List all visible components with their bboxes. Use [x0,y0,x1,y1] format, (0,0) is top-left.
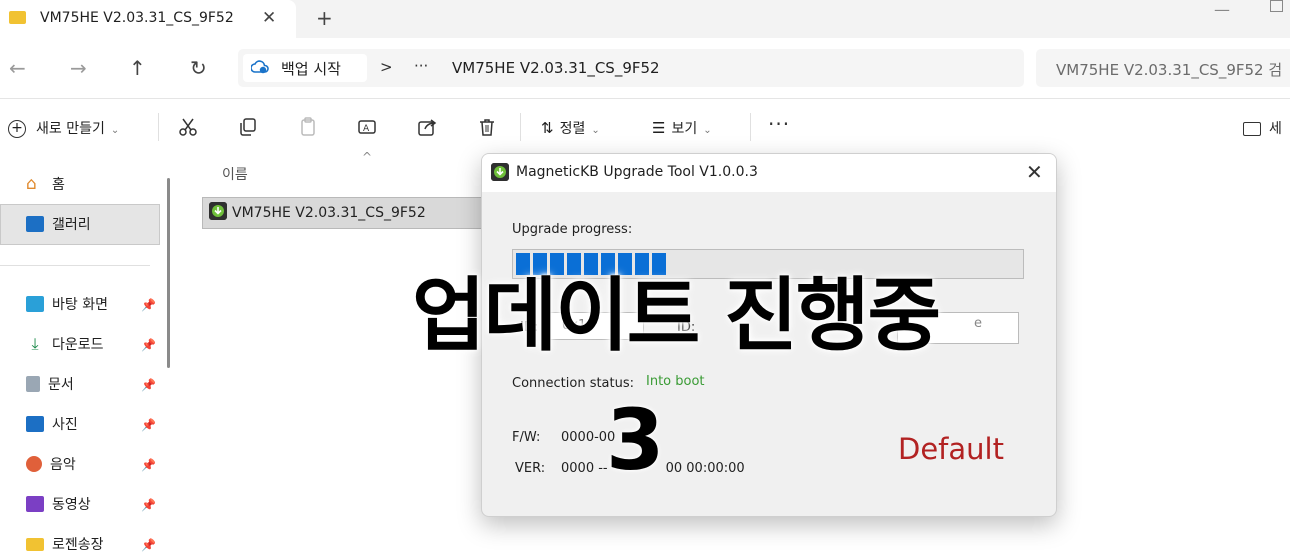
sidebar-item-folder[interactable]: 로젠송장 [26,534,104,554]
column-header-name[interactable]: 이름 [222,164,248,184]
document-icon [26,376,40,392]
close-icon[interactable]: ✕ [1026,160,1043,184]
tab-title[interactable]: VM75HE V2.03.31_CS_9F52 [40,10,234,26]
sidebar-item-label: 음악 [50,457,76,473]
sidebar-item-pictures[interactable]: 사진 [26,414,78,434]
home-icon: ⌂ [26,174,37,194]
rename-icon[interactable]: A [357,117,377,137]
sidebar-item-label: 다운로드 [52,337,104,353]
desktop-icon [26,296,44,312]
overlay-caption: 업데이트 진행중 [412,269,941,362]
version-label: VER: [515,461,546,476]
sidebar-item-videos[interactable]: 동영상 [26,494,91,514]
pin-icon[interactable]: 📌 [141,458,156,472]
delete-icon[interactable] [477,117,497,137]
dialog-title: MagneticKB Upgrade Tool V1.0.0.3 [516,164,758,180]
chevron-down-icon: ⌄ [591,125,600,136]
pin-icon[interactable]: 📌 [141,538,156,552]
pin-icon[interactable]: 📌 [141,378,156,392]
connection-status-value: Into boot [646,374,705,389]
sidebar-item-label: 동영상 [52,497,91,513]
sort-button[interactable]: ⇅ 정렬 ⌄ [541,118,600,138]
view-button[interactable]: ☰ 보기 ⌄ [652,118,712,138]
details-pane-button[interactable]: 세 [1243,118,1282,138]
details-pane-icon [1243,122,1261,136]
refresh-icon[interactable]: ↻ [190,56,207,80]
gallery-icon [26,216,44,232]
view-icon: ☰ [652,119,666,137]
sort-icon: ⇅ [541,119,554,137]
sidebar-item-downloads[interactable]: ⤓ 다운로드 [26,334,104,354]
sidebar-item-label: 홈 [52,177,65,193]
paste-icon[interactable] [298,117,318,137]
folder-icon [9,11,26,24]
pin-icon[interactable]: 📌 [141,418,156,432]
new-item-button[interactable]: + 새로 만들기 ⌄ [8,118,119,138]
sidebar-item-label: 바탕 화면 [52,297,108,313]
toolbar-divider [158,113,159,141]
default-layout-label: Default [898,432,1004,466]
app-download-icon [491,163,509,181]
search-placeholder: VM75HE V2.03.31_CS_9F52 검 [1056,61,1283,79]
download-icon: ⤓ [31,334,39,353]
file-name[interactable]: VM75HE V2.03.31_CS_9F52 [232,205,426,221]
svg-text:A: A [363,124,370,134]
sidebar-item-label: 사진 [52,417,78,433]
up-arrow-icon[interactable]: ↑ [129,56,146,80]
toolbar-divider [520,113,521,141]
firmware-label: F/W: [512,430,541,445]
cloud-sync-icon [251,60,269,74]
sort-label: 정렬 [559,121,586,137]
sidebar-item-desktop[interactable]: 바탕 화면 [26,294,108,314]
version-time: 00 00:00:00 [665,461,745,476]
details-label: 세 [1269,121,1282,137]
sidebar-item-documents[interactable]: 문서 [26,374,74,394]
pin-icon[interactable]: 📌 [141,338,156,352]
copy-icon[interactable] [238,117,258,137]
sidebar-item-label: 문서 [48,377,74,393]
pin-icon[interactable]: 📌 [141,298,156,312]
cut-icon[interactable] [178,117,198,137]
chevron-down-icon: ⌄ [110,125,120,136]
maximize-icon[interactable] [1270,0,1283,12]
sidebar-item-label: 로젠송장 [52,537,104,553]
sort-ascending-icon: ^ [362,150,373,164]
more-options-button[interactable]: ··· [768,112,790,136]
version-date: 0000 -- [561,461,608,476]
tab-close-icon[interactable]: ✕ [262,8,276,28]
app-download-icon [209,202,227,220]
folder-icon [26,537,44,551]
breadcrumb-current-folder[interactable]: VM75HE V2.03.31_CS_9F52 [452,59,660,77]
view-label: 보기 [671,121,698,137]
mode-button-label: e [974,316,982,331]
video-icon [26,496,44,512]
music-icon [26,456,42,472]
sidebar-item-home[interactable]: ⌂ 홈 [26,174,65,194]
back-arrow-icon[interactable]: ← [9,56,26,80]
progress-label: Upgrade progress: [512,222,633,237]
backup-label[interactable]: 백업 시작 [281,58,341,79]
share-icon[interactable] [417,117,437,137]
sidebar-item-gallery[interactable]: 갤러리 [26,214,91,234]
minimize-icon[interactable]: — [1214,0,1230,19]
connection-status-label: Connection status: [512,376,635,391]
sidebar-item-label: 갤러리 [52,217,91,233]
plus-icon: + [8,120,26,138]
sidebar-item-music[interactable]: 음악 [26,454,76,474]
new-tab-button[interactable]: + [316,6,333,30]
sidebar-divider [0,265,150,266]
chevron-right-icon[interactable]: > [380,58,393,76]
countdown-number: 3 [606,391,665,489]
new-item-label: 새로 만들기 [36,121,105,137]
toolbar-divider [750,113,751,141]
breadcrumb-overflow-button[interactable]: ··· [414,57,428,75]
forward-arrow-icon[interactable]: → [70,56,87,80]
pictures-icon [26,416,44,432]
chevron-down-icon: ⌄ [703,125,712,136]
sidebar-scrollbar[interactable] [167,178,170,368]
pin-icon[interactable]: 📌 [141,498,156,512]
